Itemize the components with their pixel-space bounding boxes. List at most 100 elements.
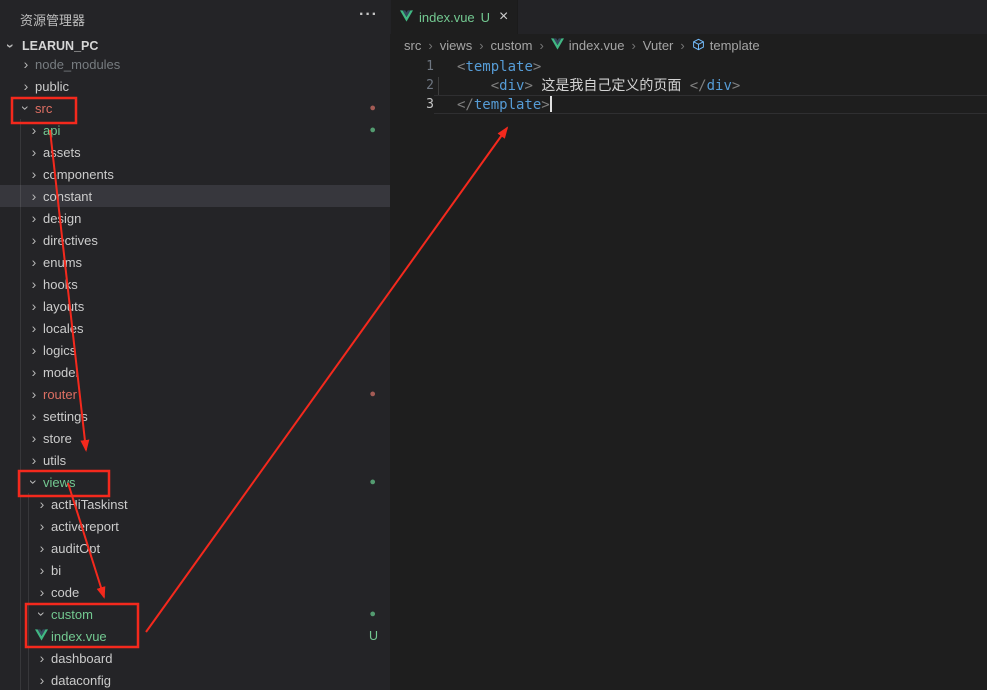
tab-index-vue[interactable]: index.vue U × xyxy=(391,0,518,34)
editor-group: index.vue U × src›views›custom›index.vue… xyxy=(390,0,987,690)
code-editor[interactable]: 1<template>2 <div> 这是我自己定义的页面 </div>3</t… xyxy=(390,57,987,114)
tree-item-actHiTaskinst[interactable]: ›actHiTaskinst xyxy=(0,493,390,515)
tree-item-label: utils xyxy=(43,453,66,468)
git-modified-dot-icon: ● xyxy=(369,97,376,119)
tree-item-design[interactable]: ›design xyxy=(0,207,390,229)
chevron-right-icon: › xyxy=(28,410,40,422)
tab-title: index.vue xyxy=(419,10,475,25)
tree-item-src[interactable]: ›src● xyxy=(0,97,390,119)
vscode-window: 资源管理器 ··· › LEARUN_PC ›node_modules›publ… xyxy=(0,0,987,690)
breadcrumb-item-template[interactable]: template xyxy=(692,38,760,54)
tree-item-activereport[interactable]: ›activereport xyxy=(0,515,390,537)
breadcrumb-item-custom[interactable]: custom xyxy=(491,38,533,53)
tree-item-code[interactable]: ›code xyxy=(0,581,390,603)
tree-item-views[interactable]: ›views● xyxy=(0,471,390,493)
tree-item-enums[interactable]: ›enums xyxy=(0,251,390,273)
explorer-title: 资源管理器 xyxy=(20,10,85,29)
chevron-right-icon: › xyxy=(28,322,40,334)
tree-item-label: node_modules xyxy=(35,57,120,72)
tree-item-api[interactable]: ›api● xyxy=(0,119,390,141)
breadcrumb-separator-icon: › xyxy=(428,38,432,53)
tree-item-label: locales xyxy=(43,321,83,336)
tree-item-label: bi xyxy=(51,563,61,578)
chevron-right-icon: › xyxy=(28,300,40,312)
chevron-down-icon: › xyxy=(5,40,17,52)
explorer-title-bar: 资源管理器 ··· xyxy=(0,0,390,35)
tree-item-label: components xyxy=(43,167,114,182)
tree-item-logics[interactable]: ›logics xyxy=(0,339,390,361)
tree-item-index.vue[interactable]: index.vueU xyxy=(0,625,390,647)
code-line-3[interactable]: 3</template> xyxy=(390,95,987,114)
chevron-right-icon: › xyxy=(28,366,40,378)
chevron-right-icon: › xyxy=(20,58,32,70)
tab-bar: index.vue U × xyxy=(390,0,987,34)
chevron-right-icon: › xyxy=(28,454,40,466)
tree-item-dataconfig[interactable]: ›dataconfig xyxy=(0,669,390,690)
breadcrumb-label: src xyxy=(404,38,421,53)
close-icon[interactable]: × xyxy=(499,10,508,24)
tree-item-label: index.vue xyxy=(51,629,107,644)
chevron-right-icon: › xyxy=(36,586,48,598)
tree-item-auditOpt[interactable]: ›auditOpt xyxy=(0,537,390,559)
breadcrumb-label: Vuter xyxy=(643,38,674,53)
text-cursor xyxy=(550,96,552,112)
code-line-content: </template> xyxy=(434,95,987,114)
tree-item-dashboard[interactable]: ›dashboard xyxy=(0,647,390,669)
tree-item-layouts[interactable]: ›layouts xyxy=(0,295,390,317)
tree-item-constant[interactable]: ›constant xyxy=(0,185,390,207)
tree-item-bi[interactable]: ›bi xyxy=(0,559,390,581)
tree-item-label: dashboard xyxy=(51,651,112,666)
code-line-content: <template> xyxy=(434,57,987,76)
tree-item-settings[interactable]: ›settings xyxy=(0,405,390,427)
tree-item-locales[interactable]: ›locales xyxy=(0,317,390,339)
breadcrumb-item-src[interactable]: src xyxy=(404,38,421,53)
tree-item-label: auditOpt xyxy=(51,541,100,556)
tree-indent-guide xyxy=(20,119,21,690)
tree-item-model[interactable]: ›model xyxy=(0,361,390,383)
chevron-right-icon: › xyxy=(28,124,40,136)
breadcrumb-item-index.vue[interactable]: index.vue xyxy=(551,38,625,53)
tree-indent-guide xyxy=(28,493,29,690)
tree-item-label: hooks xyxy=(43,277,78,292)
chevron-down-icon: › xyxy=(36,608,48,620)
tree-item-label: activereport xyxy=(51,519,119,534)
breadcrumb-item-views[interactable]: views xyxy=(440,38,473,53)
git-untracked-dot-icon: ● xyxy=(369,471,376,493)
line-number: 3 xyxy=(390,95,434,114)
explorer-sidebar: 资源管理器 ··· › LEARUN_PC ›node_modules›publ… xyxy=(0,0,390,690)
tree-item-directives[interactable]: ›directives xyxy=(0,229,390,251)
chevron-right-icon: › xyxy=(28,432,40,444)
more-actions-icon[interactable]: ··· xyxy=(359,6,378,24)
tab-git-status-badge: U xyxy=(481,10,490,25)
chevron-right-icon: › xyxy=(36,498,48,510)
tree-item-components[interactable]: ›components xyxy=(0,163,390,185)
chevron-right-icon: › xyxy=(28,256,40,268)
tree-item-label: layouts xyxy=(43,299,84,314)
tree-root-label: LEARUN_PC xyxy=(22,39,98,53)
chevron-right-icon: › xyxy=(28,146,40,158)
tree-item-store[interactable]: ›store xyxy=(0,427,390,449)
tree-item-hooks[interactable]: ›hooks xyxy=(0,273,390,295)
tree-item-router[interactable]: ›router● xyxy=(0,383,390,405)
chevron-right-icon: › xyxy=(28,278,40,290)
code-line-2[interactable]: 2 <div> 这是我自己定义的页面 </div> xyxy=(390,76,987,95)
tree-item-custom[interactable]: ›custom● xyxy=(0,603,390,625)
tree-item-public[interactable]: ›public xyxy=(0,75,390,97)
tree-item-label: public xyxy=(35,79,69,94)
breadcrumb-label: views xyxy=(440,38,473,53)
tree-item-node_modules[interactable]: ›node_modules xyxy=(0,53,390,75)
symbol-template-icon xyxy=(692,38,706,54)
git-untracked-dot-icon: ● xyxy=(369,119,376,141)
tree-item-label: constant xyxy=(43,189,92,204)
git-modified-dot-icon: ● xyxy=(369,383,376,405)
tree-item-utils[interactable]: ›utils xyxy=(0,449,390,471)
breadcrumb: src›views›custom›index.vue›Vuter›templat… xyxy=(404,34,760,57)
tree-item-label: src xyxy=(35,101,52,116)
code-line-content: <div> 这是我自己定义的页面 </div> xyxy=(434,76,987,95)
tree-item-assets[interactable]: ›assets xyxy=(0,141,390,163)
tree-item-label: router xyxy=(43,387,77,402)
chevron-right-icon: › xyxy=(36,520,48,532)
code-line-1[interactable]: 1<template> xyxy=(390,57,987,76)
tree-item-label: design xyxy=(43,211,81,226)
breadcrumb-item-Vuter[interactable]: Vuter xyxy=(643,38,674,53)
